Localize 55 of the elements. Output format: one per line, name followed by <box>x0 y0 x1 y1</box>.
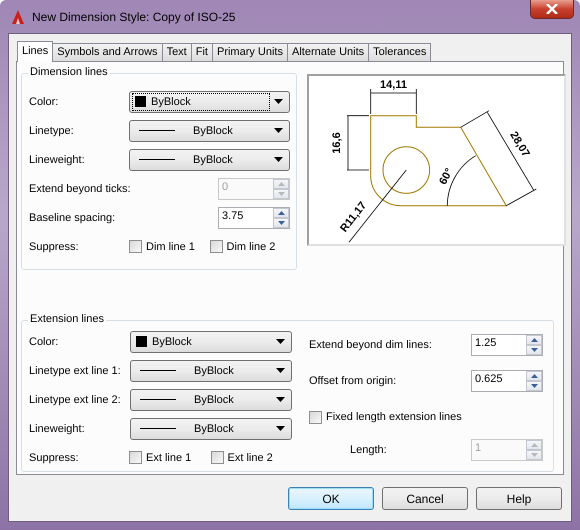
caret-icon <box>276 368 285 373</box>
caret-icon <box>276 397 285 402</box>
close-button[interactable] <box>530 0 574 19</box>
dropdown[interactable]: ByBlock <box>130 388 292 410</box>
triangle-logo-icon <box>10 8 26 24</box>
tab[interactable]: Fit <box>190 43 213 61</box>
tab[interactable]: Tolerances <box>368 43 432 61</box>
caret-icon <box>274 157 283 162</box>
field-label: Linetype: <box>29 124 75 136</box>
close-icon <box>546 4 558 14</box>
field-label: Length: <box>350 444 388 456</box>
tab[interactable]: Symbols and Arrows <box>52 43 163 61</box>
tab[interactable]: Text <box>162 43 192 61</box>
field-label: Lineweight: <box>29 422 86 434</box>
dialog-button[interactable]: Cancel <box>382 487 468 510</box>
number-spinner[interactable]: 1.25 <box>471 334 543 356</box>
field-label: Suppress: <box>29 452 80 464</box>
dropdown[interactable]: ByBlock <box>130 360 292 382</box>
dimension-text: 16,6 <box>331 132 343 154</box>
field-label: Offset from origin: <box>309 375 398 387</box>
dialog-button[interactable]: OK <box>288 487 374 510</box>
group-title: Extension lines <box>28 313 106 325</box>
caret-icon <box>274 99 283 104</box>
checkbox[interactable]: Ext line 1 <box>129 451 210 464</box>
dialog-button[interactable]: Help <box>476 487 562 510</box>
field-label: Color: <box>29 96 60 108</box>
dropdown[interactable]: ByBlock <box>129 120 290 142</box>
dropdown[interactable]: ByBlock <box>129 148 290 170</box>
group-title: Dimension lines <box>28 66 110 78</box>
checkbox[interactable]: Fixed length extension lines <box>309 410 462 424</box>
caret-icon <box>276 339 285 344</box>
field-label: Color: <box>29 336 60 348</box>
dimension-text: 60° <box>437 166 456 187</box>
tab[interactable]: Primary Units <box>212 43 288 61</box>
caret-icon <box>276 426 285 431</box>
dropdown[interactable]: ByBlock <box>129 90 290 112</box>
number-spinner[interactable]: 3.75 <box>218 206 290 228</box>
field-label: Baseline spacing: <box>29 212 116 224</box>
dimension-text: 14,11 <box>380 79 407 91</box>
field-label: Linetype ext line 1: <box>29 364 122 376</box>
field-label: Linetype ext line 2: <box>29 394 122 406</box>
checkbox[interactable]: Dim line 1 <box>129 240 210 253</box>
dropdown[interactable]: ByBlock <box>130 330 292 352</box>
field-label: Lineweight: <box>29 154 86 166</box>
field-label: Suppress: <box>29 240 80 252</box>
caret-icon <box>274 128 283 133</box>
window-title: New Dimension Style: Copy of ISO-25 <box>32 10 236 24</box>
field-label: Extend beyond dim lines: <box>309 339 433 351</box>
dropdown[interactable]: ByBlock <box>130 418 292 440</box>
number-spinner[interactable]: 0.625 <box>471 370 543 392</box>
tab[interactable]: Lines <box>17 41 54 62</box>
checkbox[interactable]: Dim line 2 <box>210 240 290 253</box>
checkbox[interactable]: Ext line 2 <box>210 451 292 464</box>
field-label: Extend beyond ticks: <box>29 182 131 194</box>
tab[interactable]: Alternate Units <box>287 43 370 61</box>
